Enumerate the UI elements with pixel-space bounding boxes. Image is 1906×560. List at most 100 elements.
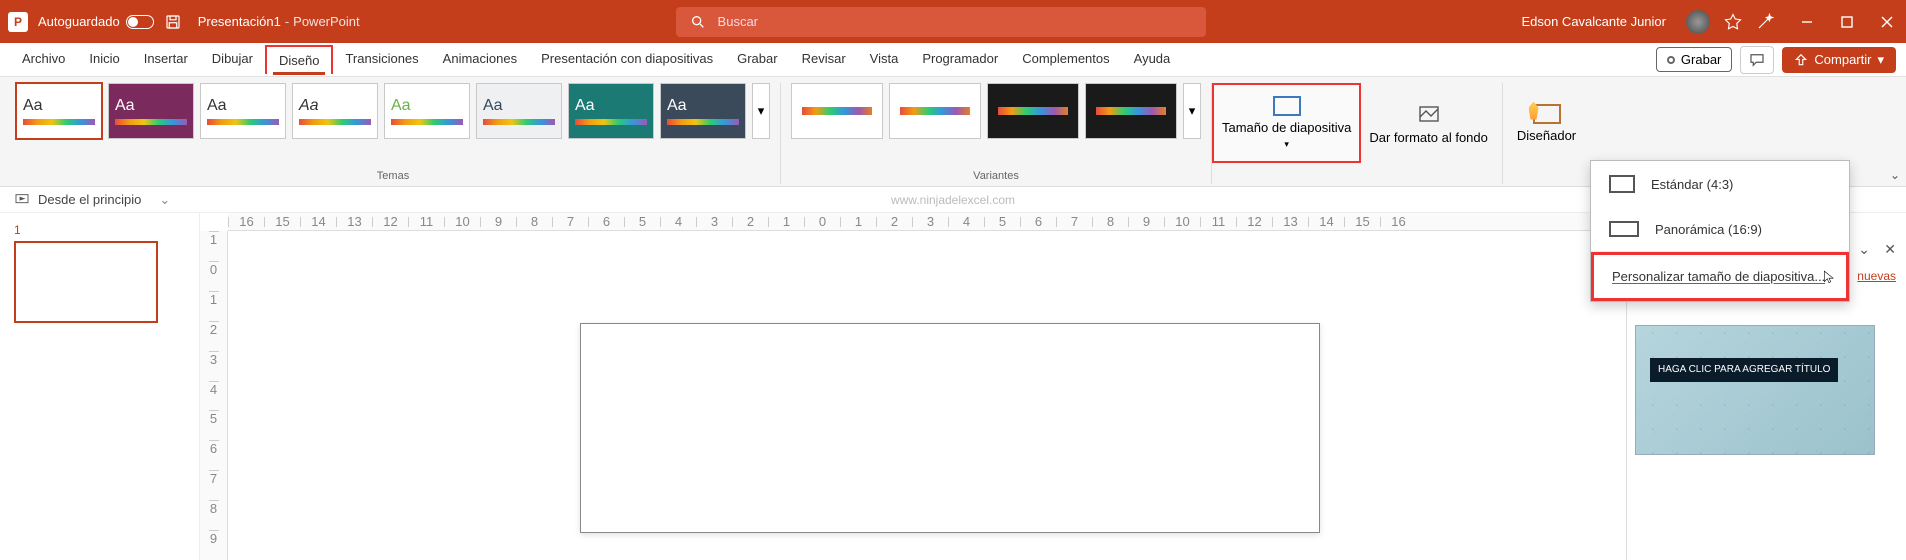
tab-grabar[interactable]: Grabar: [725, 45, 789, 74]
themes-group: Aa Aa Aa Aa Aa Aa Aa Aa ▾ Temas: [12, 83, 781, 184]
close-button[interactable]: [1876, 15, 1898, 29]
variants-gallery: ▾: [791, 83, 1201, 139]
variants-label: Variantes: [973, 170, 1019, 184]
comments-button[interactable]: [1740, 46, 1774, 74]
ribbon-right: Grabar Compartir ▾: [1656, 46, 1896, 74]
chevron-down-icon: ▾: [1877, 52, 1884, 68]
format-bg-icon: [1417, 102, 1441, 126]
slide-navigator: 1: [0, 213, 200, 560]
theme-thumb-1[interactable]: Aa: [16, 83, 102, 139]
standard-label: Estándar (4:3): [1651, 177, 1733, 192]
tab-inicio[interactable]: Inicio: [77, 45, 131, 74]
themes-more-button[interactable]: ▾: [752, 83, 770, 139]
minimize-button[interactable]: [1796, 15, 1818, 29]
variants-more-button[interactable]: ▾: [1183, 83, 1201, 139]
tab-animaciones[interactable]: Animaciones: [431, 45, 529, 74]
ratio-4-3-icon: [1609, 175, 1635, 193]
tab-insertar[interactable]: Insertar: [132, 45, 200, 74]
search-icon: [690, 14, 706, 30]
share-icon: [1794, 53, 1808, 67]
ruler-horizontal: 1615141312111098765432101234567891011121…: [228, 213, 1626, 231]
variant-4[interactable]: [1085, 83, 1177, 139]
pane-collapse-button[interactable]: ⌄: [1858, 241, 1870, 258]
save-button[interactable]: [164, 13, 182, 31]
app-icon: P: [8, 12, 28, 32]
chevron-down-icon: ▾: [1284, 139, 1289, 150]
tab-programador[interactable]: Programador: [910, 45, 1010, 74]
record-icon: [1667, 56, 1675, 64]
variant-3[interactable]: [987, 83, 1079, 139]
tab-transiciones[interactable]: Transiciones: [333, 45, 430, 74]
theme-thumb-8[interactable]: Aa: [660, 83, 746, 139]
comment-icon: [1748, 51, 1766, 69]
theme-thumb-4[interactable]: Aa: [292, 83, 378, 139]
theme-thumb-7[interactable]: Aa: [568, 83, 654, 139]
designer-button[interactable]: Diseñador: [1509, 83, 1584, 163]
record-label: Grabar: [1681, 52, 1721, 67]
share-button[interactable]: Compartir ▾: [1782, 47, 1896, 73]
slide-size-dropdown: Estándar (4:3) Panorámica (16:9) Persona…: [1590, 160, 1850, 302]
slide-size-custom[interactable]: Personalizar tamaño de diapositiva...: [1591, 252, 1849, 301]
tab-archivo[interactable]: Archivo: [10, 45, 77, 74]
collapse-ribbon-button[interactable]: ⌄: [1890, 168, 1900, 182]
tab-vista[interactable]: Vista: [858, 45, 911, 74]
theme-thumb-2[interactable]: Aa: [108, 83, 194, 139]
tab-presentación-con-diapositivas[interactable]: Presentación con diapositivas: [529, 45, 725, 74]
share-label: Compartir: [1814, 52, 1871, 67]
tab-dibujar[interactable]: Dibujar: [200, 45, 265, 74]
slide-size-label: Tamaño de diapositiva: [1222, 120, 1351, 135]
present-icon[interactable]: [14, 192, 30, 208]
themes-label: Temas: [377, 170, 409, 184]
variant-2[interactable]: [889, 83, 981, 139]
widescreen-label: Panorámica (16:9): [1655, 222, 1762, 237]
tab-ayuda[interactable]: Ayuda: [1122, 45, 1183, 74]
design-card-title: HAGA CLIC PARA AGREGAR TÍTULO: [1650, 358, 1838, 382]
theme-thumb-6[interactable]: Aa: [476, 83, 562, 139]
tab-diseño[interactable]: Diseño: [265, 45, 333, 74]
maximize-button[interactable]: [1836, 15, 1858, 29]
slide-size-button[interactable]: Tamaño de diapositiva ▾: [1212, 83, 1361, 163]
slide-size-standard[interactable]: Estándar (4:3): [1591, 161, 1849, 207]
format-background-button[interactable]: Dar formato al fondo: [1361, 83, 1496, 163]
slide-size-icon: [1273, 96, 1301, 116]
slide-thumbnail-1[interactable]: [14, 241, 158, 323]
avatar[interactable]: [1686, 10, 1710, 34]
design-suggestion-1[interactable]: HAGA CLIC PARA AGREGAR TÍTULO: [1635, 325, 1875, 455]
slide-canvas[interactable]: [580, 323, 1320, 533]
theme-thumb-5[interactable]: Aa: [384, 83, 470, 139]
pane-close-button[interactable]: ✕: [1884, 241, 1896, 258]
slide-size-widescreen[interactable]: Panorámica (16:9): [1591, 207, 1849, 251]
variants-group: ▾ Variantes: [781, 83, 1212, 184]
ribbon-tabs: ArchivoInicioInsertarDibujarDiseñoTransi…: [0, 43, 1906, 77]
title-left: P Autoguardado Presentación1 - PowerPoin…: [8, 12, 360, 32]
watermark: www.ninjadelexcel.com: [891, 193, 1015, 207]
autosave-toggle[interactable]: Autoguardado: [38, 14, 154, 29]
app-name: PowerPoint: [293, 14, 359, 29]
premium-icon[interactable]: [1724, 13, 1742, 31]
format-bg-label: Dar formato al fondo: [1369, 130, 1488, 145]
variant-1[interactable]: [791, 83, 883, 139]
designer-icon: [1533, 104, 1561, 124]
user-name[interactable]: Edson Cavalcante Junior: [1521, 14, 1666, 29]
autosave-label: Autoguardado: [38, 14, 120, 29]
search-input[interactable]: [718, 14, 1192, 29]
tab-revisar[interactable]: Revisar: [790, 45, 858, 74]
search-box[interactable]: [676, 7, 1206, 37]
from-beginning-label[interactable]: Desde el principio: [38, 192, 141, 207]
slide-number: 1: [14, 223, 185, 237]
canvas-area: 1615141312111098765432101234567891011121…: [200, 213, 1626, 560]
chevron-down-icon[interactable]: ⌄: [159, 192, 170, 208]
wand-icon[interactable]: [1756, 13, 1774, 31]
document-title[interactable]: Presentación1 - PowerPoint: [198, 14, 360, 29]
toggle-switch[interactable]: [126, 15, 154, 29]
title-right: Edson Cavalcante Junior: [1521, 10, 1898, 34]
custom-size-label: Personalizar tamaño de diapositiva...: [1612, 269, 1825, 284]
designer-label: Diseñador: [1517, 128, 1576, 143]
theme-thumb-3[interactable]: Aa: [200, 83, 286, 139]
record-button[interactable]: Grabar: [1656, 47, 1732, 72]
themes-gallery: Aa Aa Aa Aa Aa Aa Aa Aa ▾: [16, 83, 770, 139]
title-bar: P Autoguardado Presentación1 - PowerPoin…: [0, 0, 1906, 43]
designer-new-link[interactable]: nuevas: [1857, 269, 1896, 283]
tab-complementos[interactable]: Complementos: [1010, 45, 1121, 74]
cursor-icon: [1822, 270, 1836, 284]
